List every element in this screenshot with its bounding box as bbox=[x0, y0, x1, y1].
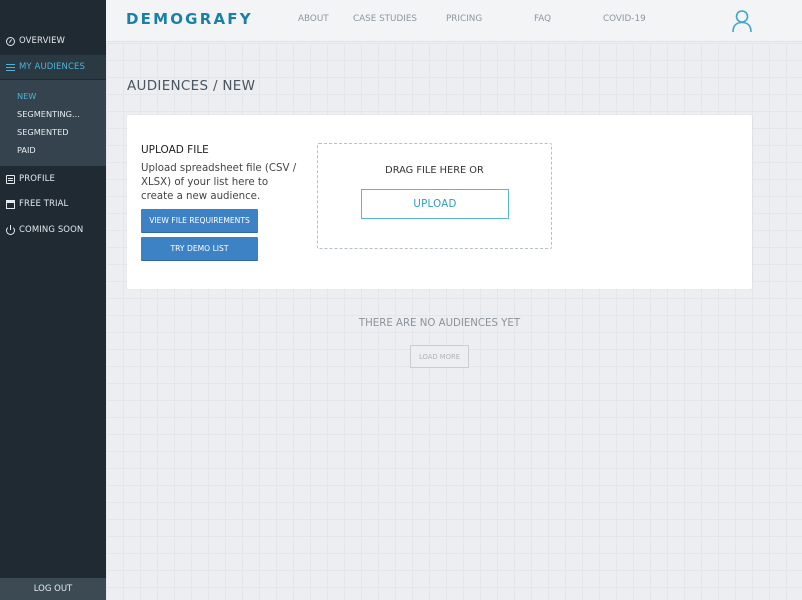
nav-faq[interactable]: FAQ bbox=[534, 14, 551, 24]
nav-pricing[interactable]: PRICING bbox=[446, 14, 482, 24]
sidebar-item-profile[interactable]: PROFILE bbox=[0, 167, 106, 191]
sidebar-submenu: NEW SEGMENTING... SEGMENTED PAID bbox=[0, 80, 106, 166]
sidebar-item-coming-soon[interactable]: COMING SOON bbox=[0, 218, 106, 242]
sidebar-item-free-trial[interactable]: FREE TRIAL bbox=[0, 192, 106, 216]
sidebar: OVERVIEW MY AUDIENCES NEW SEGMENTING... … bbox=[0, 0, 106, 600]
load-more-button[interactable]: LOAD MORE bbox=[410, 345, 469, 368]
main-content: AUDIENCES / NEW UPLOAD FILE Upload sprea… bbox=[106, 43, 802, 600]
profile-icon bbox=[6, 174, 15, 184]
sidebar-item-label: OVERVIEW bbox=[19, 36, 66, 46]
audiences-icon bbox=[6, 63, 15, 72]
power-icon bbox=[6, 224, 15, 235]
nav-about[interactable]: ABOUT bbox=[298, 14, 329, 24]
sidebar-item-label: MY AUDIENCES bbox=[19, 62, 85, 72]
nav-case-studies[interactable]: CASE STUDIES bbox=[353, 14, 417, 24]
sidebar-subitem-segmented[interactable]: SEGMENTED bbox=[17, 127, 69, 137]
sidebar-subitem-segmenting[interactable]: SEGMENTING... bbox=[17, 109, 80, 119]
top-navigation: DEMOGRAFY ABOUT CASE STUDIES PRICING FAQ… bbox=[106, 0, 802, 42]
sidebar-item-label: COMING SOON bbox=[19, 225, 84, 235]
upload-card: UPLOAD FILE Upload spreadsheet file (CSV… bbox=[127, 115, 752, 289]
sidebar-item-label: FREE TRIAL bbox=[19, 199, 69, 209]
logo[interactable]: DEMOGRAFY bbox=[126, 10, 253, 28]
user-icon[interactable] bbox=[731, 9, 753, 33]
sidebar-subitem-new[interactable]: NEW bbox=[17, 91, 36, 101]
file-dropzone[interactable]: DRAG FILE HERE OR UPLOAD bbox=[317, 143, 552, 249]
sidebar-subitem-paid[interactable]: PAID bbox=[17, 145, 36, 155]
gift-icon bbox=[6, 199, 15, 209]
sidebar-item-label: PROFILE bbox=[19, 174, 55, 184]
nav-covid-19[interactable]: COVID-19 bbox=[603, 14, 646, 24]
sidebar-item-my-audiences[interactable]: MY AUDIENCES bbox=[0, 55, 106, 79]
try-demo-list-button[interactable]: TRY DEMO LIST bbox=[141, 237, 258, 260]
sidebar-item-overview[interactable]: OVERVIEW bbox=[0, 29, 106, 53]
empty-state-message: THERE ARE NO AUDIENCES YET bbox=[358, 318, 521, 329]
view-file-requirements-button[interactable]: VIEW FILE REQUIREMENTS bbox=[141, 209, 258, 232]
upload-title: UPLOAD FILE bbox=[141, 144, 209, 156]
dropzone-text: DRAG FILE HERE OR bbox=[385, 165, 484, 176]
upload-description: Upload spreadsheet file (CSV / XLSX) of … bbox=[141, 163, 297, 202]
page-title: AUDIENCES / NEW bbox=[127, 78, 256, 94]
upload-button[interactable]: UPLOAD bbox=[361, 189, 509, 219]
logout-button[interactable]: LOG OUT bbox=[0, 578, 106, 600]
overview-icon bbox=[6, 36, 15, 46]
